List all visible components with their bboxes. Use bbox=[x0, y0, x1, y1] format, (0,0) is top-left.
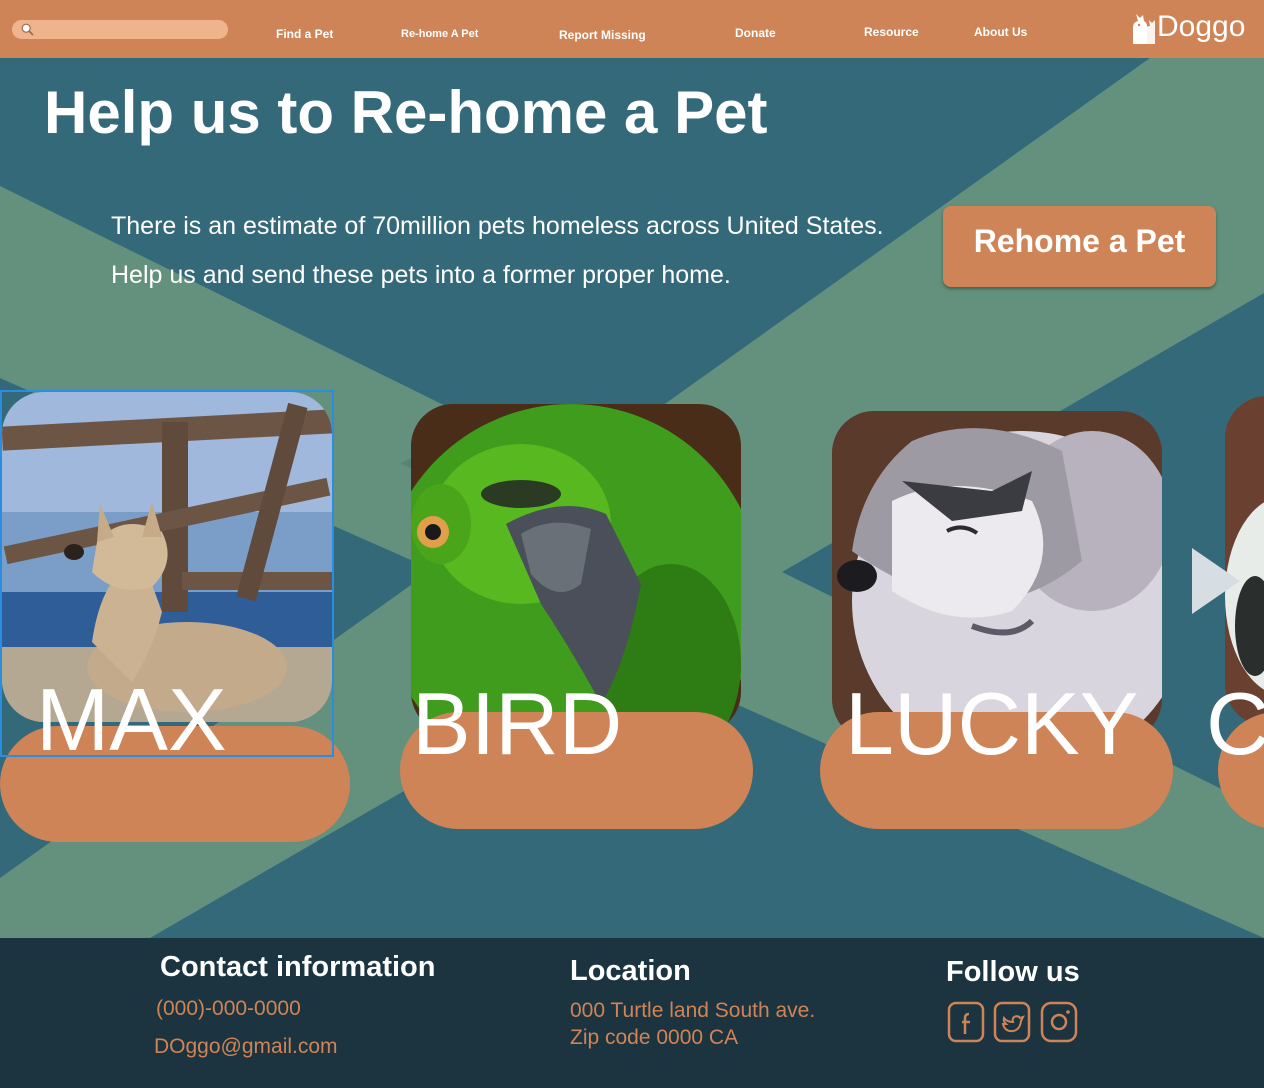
brand-logo[interactable]: Doggo bbox=[1130, 10, 1245, 44]
contact-email[interactable]: DOggo@gmail.com bbox=[154, 1035, 338, 1059]
nav-report-missing[interactable]: Report Missing bbox=[559, 28, 646, 42]
search-bar[interactable] bbox=[12, 20, 228, 39]
pet-name-4[interactable]: C bbox=[1206, 680, 1264, 768]
search-icon[interactable] bbox=[21, 23, 34, 36]
location-heading: Location bbox=[570, 955, 691, 987]
hero-description-line-2: Help us and send these pets into a forme… bbox=[111, 261, 731, 289]
instagram-icon[interactable] bbox=[1040, 1001, 1078, 1043]
nav-rehome-a-pet[interactable]: Re-home A Pet bbox=[401, 28, 478, 40]
follow-heading: Follow us bbox=[946, 956, 1080, 988]
pet-name-max[interactable]: MAX bbox=[36, 676, 227, 764]
hero-section: Help us to Re-home a Pet There is an est… bbox=[0, 58, 1264, 938]
site-footer: Contact information (000)-000-0000 DOggo… bbox=[0, 938, 1264, 1088]
nav-donate[interactable]: Donate bbox=[735, 26, 776, 40]
location-address-line-1: 000 Turtle land South ave. bbox=[570, 999, 816, 1022]
contact-heading: Contact information bbox=[160, 951, 436, 983]
brand-name: Doggo bbox=[1157, 10, 1246, 43]
pet-name-lucky[interactable]: LUCKY bbox=[845, 680, 1138, 768]
hero-description: There is an estimate of 70million pets h… bbox=[111, 202, 884, 300]
rehome-a-pet-button[interactable]: Rehome a Pet bbox=[943, 206, 1216, 287]
facebook-icon[interactable] bbox=[947, 1001, 985, 1043]
search-input[interactable] bbox=[38, 20, 222, 39]
carousel-next-arrow-icon[interactable] bbox=[1190, 546, 1244, 616]
twitter-icon[interactable] bbox=[993, 1001, 1031, 1043]
nav-about-us[interactable]: About Us bbox=[974, 25, 1027, 39]
top-navigation-bar: Find a Pet Re-home A Pet Report Missing … bbox=[0, 0, 1264, 58]
dog-cat-logo-icon bbox=[1133, 14, 1155, 44]
nav-resource[interactable]: Resource bbox=[864, 25, 919, 39]
nav-find-a-pet[interactable]: Find a Pet bbox=[276, 27, 333, 41]
pet-name-bird[interactable]: BIRD bbox=[412, 680, 622, 768]
page-title: Help us to Re-home a Pet bbox=[44, 79, 768, 146]
location-address-line-2: Zip code 0000 CA bbox=[570, 1026, 739, 1049]
hero-description-line-1: There is an estimate of 70million pets h… bbox=[111, 212, 884, 240]
contact-phone[interactable]: (000)-000-0000 bbox=[156, 997, 301, 1021]
